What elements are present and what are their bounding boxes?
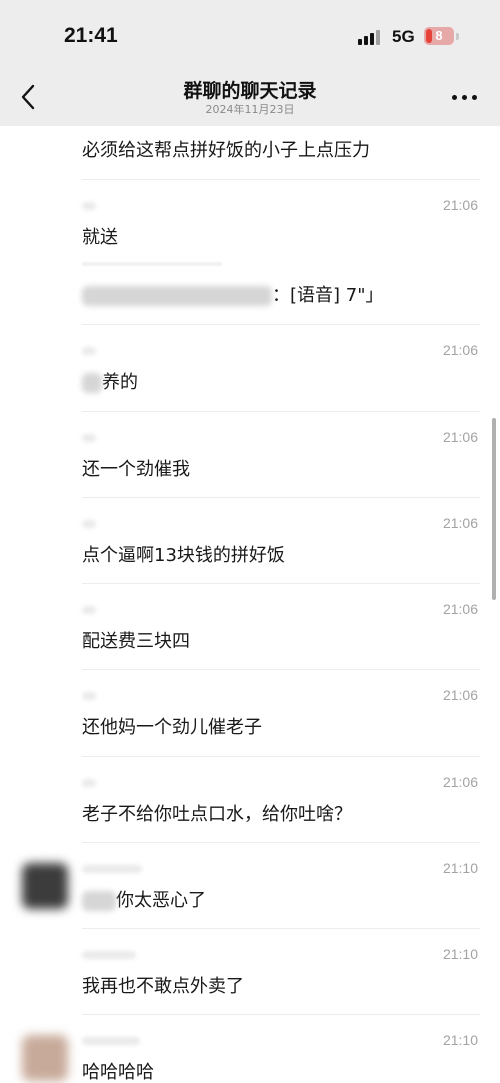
list-item[interactable]: 21:10 哈哈哈哈: [0, 1015, 500, 1083]
sender-name-blurred: [82, 951, 136, 959]
list-item[interactable]: 21:06 点个逼啊13块钱的拼好饭: [0, 498, 500, 584]
quoted-sender-blurred: [82, 286, 272, 306]
page-title: 群聊的聊天记录: [183, 80, 317, 102]
blurred-prefix: [82, 373, 102, 393]
avatar[interactable]: [22, 1035, 68, 1081]
message-time: 21:10: [442, 1032, 478, 1048]
network-type: 5G: [392, 27, 415, 46]
message-time: 21:06: [442, 197, 478, 213]
sender-name-blurred: [82, 692, 96, 700]
quoted-text: ：[语音] 7"」: [272, 285, 384, 306]
sender-name-blurred: [82, 865, 142, 873]
message-text: 老子不给你吐点口水，给你吐啥？: [82, 804, 352, 825]
sender-name-blurred: [82, 779, 96, 787]
message-time: 21:06: [442, 601, 478, 617]
list-item[interactable]: 21:06 养的: [0, 325, 500, 412]
quote-bar-blurred: [82, 263, 222, 265]
nav-bar: 群聊的聊天记录 2024年11月23日: [0, 70, 500, 126]
message-time: 21:06: [442, 429, 478, 445]
list-item[interactable]: 21:06 还一个劲催我: [0, 412, 500, 498]
message-time: 21:06: [442, 515, 478, 531]
message-text: 你太恶心了: [116, 890, 206, 911]
battery-icon: 8: [424, 27, 454, 45]
sender-name-blurred: [82, 434, 96, 442]
sender-name-blurred: [82, 606, 96, 614]
avatar[interactable]: [22, 863, 68, 909]
list-item[interactable]: 21:06 老子不给你吐点口水，给你吐啥？: [0, 757, 500, 843]
scrollbar[interactable]: [492, 418, 496, 600]
message-text: 配送费三块四: [82, 631, 190, 652]
message-time: 21:06: [442, 342, 478, 358]
sender-name-blurred: [82, 1037, 140, 1045]
list-item[interactable]: 21:10 你太恶心了: [0, 843, 500, 929]
sender-name-blurred: [82, 347, 96, 355]
message-text: 还他妈一个劲儿催老子: [82, 717, 262, 738]
message-time: 21:10: [442, 946, 478, 962]
list-item[interactable]: 21:06 配送费三块四: [0, 584, 500, 670]
message-text: 必须给这帮点拼好饭的小子上点压力: [82, 140, 370, 161]
battery-level: 8: [435, 28, 443, 43]
message-text-row: 你太恶心了: [82, 886, 206, 912]
sender-name-blurred: [82, 520, 96, 528]
message-text: 我再也不敢点外卖了: [82, 976, 244, 997]
blurred-prefix: [82, 891, 116, 911]
message-time: 21:06: [442, 774, 478, 790]
message-text: 还一个劲催我: [82, 459, 190, 480]
chat-history-screen: 21:41 5G 8 群聊的聊天记录 2024年11月23日 必须给这帮点拼好饭…: [0, 0, 500, 1083]
status-bar: 21:41 5G 8: [0, 0, 500, 70]
message-time: 21:10: [442, 860, 478, 876]
list-item[interactable]: 21:06 还他妈一个劲儿催老子: [0, 670, 500, 757]
quoted-voice-message: ：[语音] 7"」: [82, 281, 384, 307]
more-dots-icon[interactable]: [448, 86, 480, 108]
list-item[interactable]: 21:10 我再也不敢点外卖了: [0, 929, 500, 1015]
message-text: 就送: [82, 227, 118, 248]
page-subtitle-date: 2024年11月23日: [205, 103, 295, 116]
battery-cap: [456, 33, 459, 40]
message-time: 21:06: [442, 687, 478, 703]
status-time: 21:41: [64, 24, 118, 47]
message-text-row: 养的: [82, 368, 138, 394]
signal-icon: [358, 29, 382, 45]
message-text: 养的: [102, 372, 138, 393]
list-item[interactable]: 21:06 就送 ：[语音] 7"」: [0, 180, 500, 325]
message-text: 点个逼啊13块钱的拼好饭: [82, 545, 285, 566]
message-text: 哈哈哈哈: [82, 1062, 154, 1083]
sender-name-blurred: [82, 202, 96, 210]
list-item[interactable]: 必须给这帮点拼好饭的小子上点压力: [0, 126, 500, 180]
